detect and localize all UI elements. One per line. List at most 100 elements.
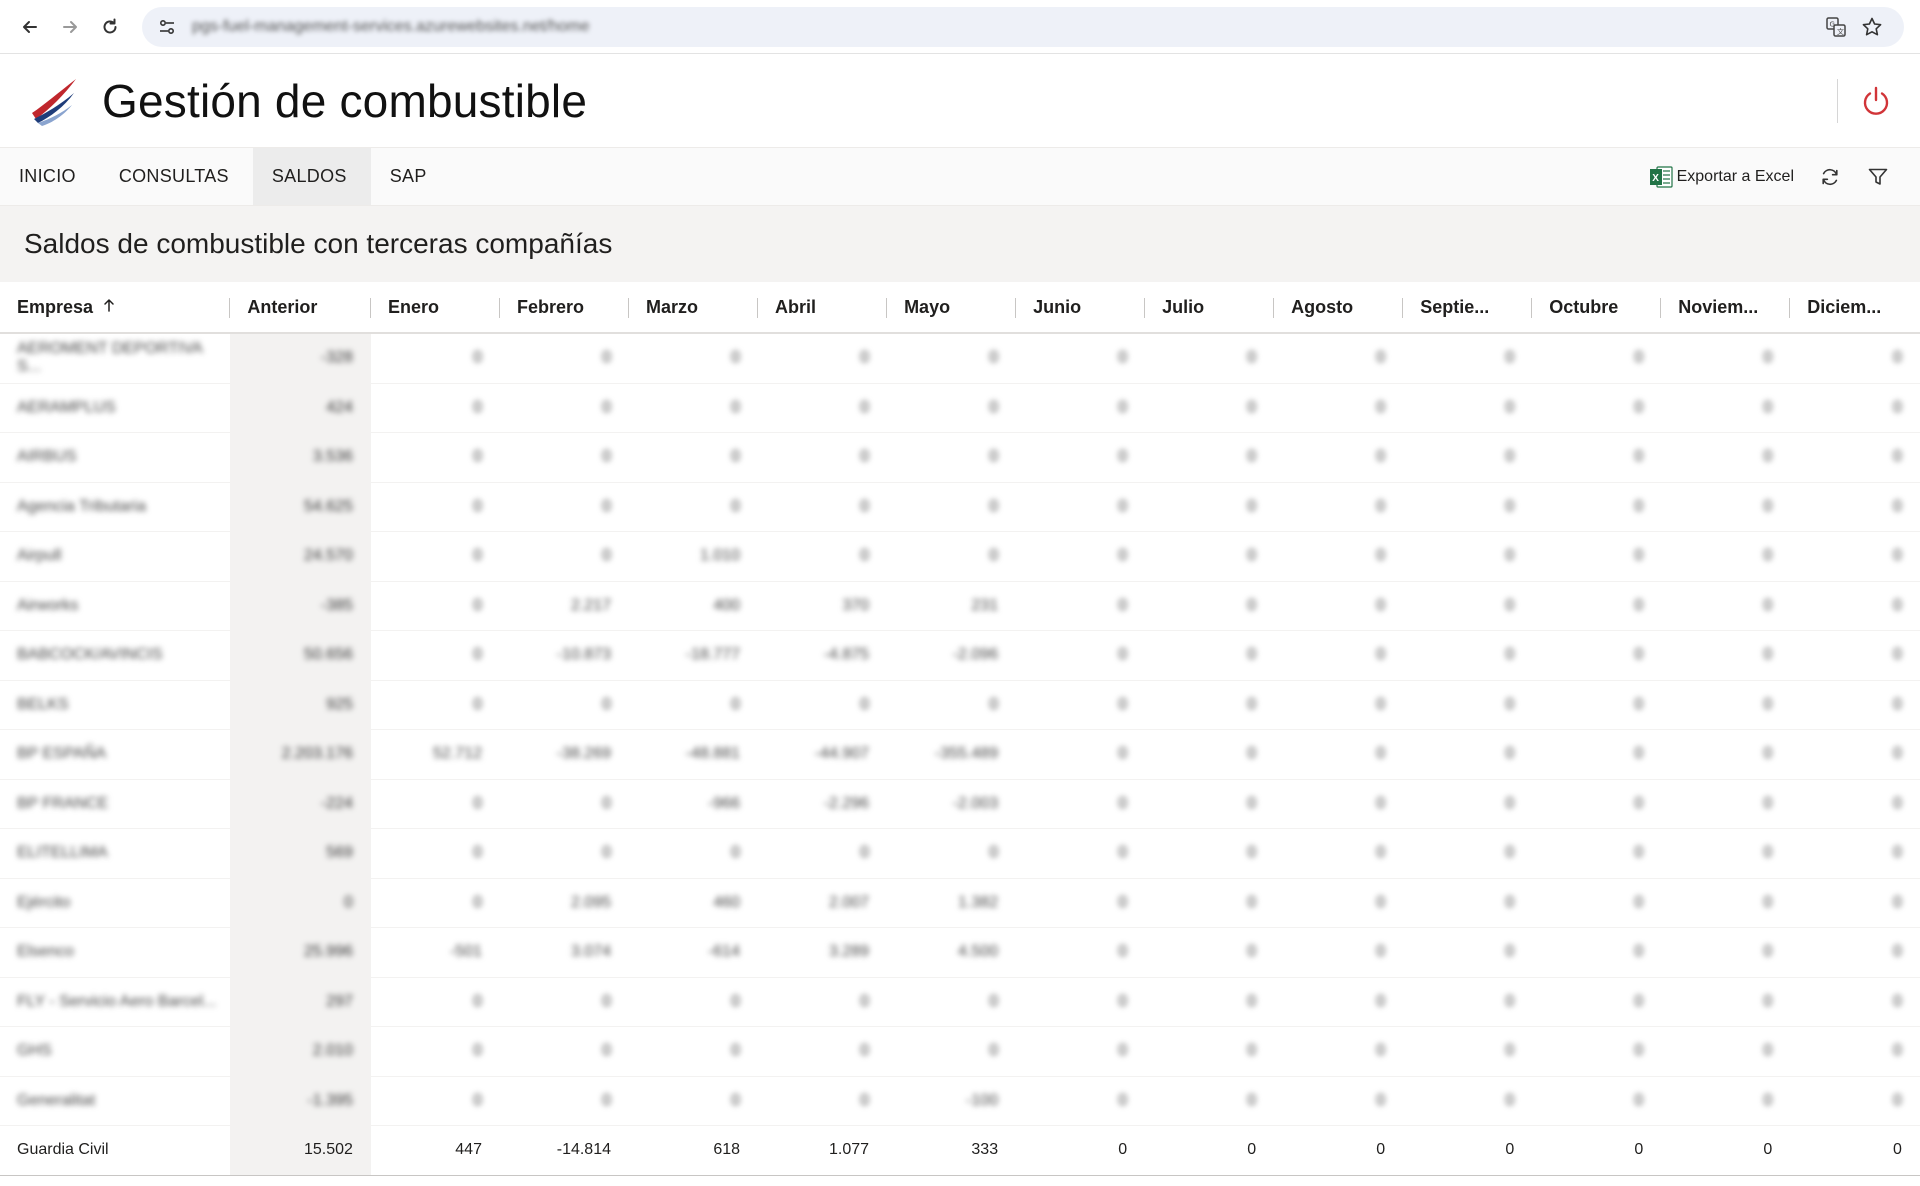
cell-value: 0 [1893,497,1902,515]
translate-icon[interactable]: G文 [1818,9,1854,45]
table-row[interactable]: Guardia Civil 15.502 447 -14.814 618 1.077 333… [0,1126,1920,1176]
balance-cell: 2.203.176 [230,730,371,779]
cell-value: 0 [1763,1091,1773,1109]
balance-cell: 0 [629,384,758,433]
balance-cell: 0 [1016,532,1145,581]
balance-cell: 0 [1403,978,1532,1027]
reload-icon[interactable] [90,7,130,47]
cell-value: 0 [1893,1042,1902,1060]
balance-cell: 424 [230,383,371,432]
balance-cell: 0 [1532,582,1661,631]
cell-value: 0 [1118,844,1128,862]
cell-value: 370 [842,596,870,614]
column-header-col-9[interactable]: Agosto [1274,282,1404,332]
column-header-col-12[interactable]: Noviem... [1661,282,1791,332]
balance-cell: -328 [230,334,371,383]
cell-value: 0 [1118,745,1128,763]
table-row[interactable]: Generalitat -1.395 0 0 0 0 -100 0 0 0 0 0 0 0 [0,1076,1920,1126]
cell-value: 0 [1247,745,1257,763]
table-row[interactable]: AERAMPLUS 424 0 0 0 0 0 0 0 0 0 0 0 0 [0,383,1920,433]
balance-cell: 0 [1661,879,1790,928]
cell-value: 0 [473,695,482,713]
cell-value: 0 [1247,992,1257,1010]
table-row[interactable]: AEROMENT DEPORTIVA S... -328 0 0 0 0 0 0 0 0 0 0 0 0 [0,334,1920,384]
table-row[interactable]: BELKS 925 0 0 0 0 0 0 0 0 0 0 0 0 [0,680,1920,730]
column-header-col-7[interactable]: Junio [1016,282,1146,332]
table-row[interactable]: BABCOCK/AVINCIS 50.656 0 -10.873 -18.777 -4.8… [0,631,1920,681]
cell-value: 2.095 [570,893,611,911]
back-icon[interactable] [10,7,50,47]
column-header-empresa[interactable]: Empresa [0,282,231,332]
company-name-cell: AIRBUS [0,433,230,482]
bookmark-star-icon[interactable] [1854,9,1890,45]
cell-value: 0 [1763,1141,1773,1159]
balance-cell: 0 [1790,1126,1920,1175]
cell-value: 0 [860,992,870,1010]
balance-cell: 0 [1790,483,1920,532]
column-header-col-5[interactable]: Abril [758,282,888,332]
nav-item-inicio[interactable]: INICIO [0,148,100,205]
cell-value: FLY - Servicio Aero Barcel... [17,992,217,1010]
nav-item-sap[interactable]: SAP [371,148,451,205]
balance-cell: 0 [1790,433,1920,482]
balance-cell: 0 [1016,334,1145,383]
column-header-col-13[interactable]: Diciem... [1790,282,1920,332]
table-row[interactable]: Elsenco 25.996 -501 3.074 -614 3.289 4.500 0 0 0 0… [0,928,1920,978]
column-header-col-1[interactable]: Anterior [230,282,371,332]
table-row[interactable]: Ejército 0 0 2.095 460 2.007 1.382 0 0 0 0 0 0 0 [0,878,1920,928]
table-row[interactable]: ELITELLIMA 569 0 0 0 0 0 0 0 0 0 0 0 0 [0,829,1920,879]
cell-value: 0 [989,349,999,367]
cell-value: 0 [1634,745,1644,763]
balance-cell: 0 [1145,582,1274,631]
balance-cell: 0 [371,483,500,532]
nav-item-consultas[interactable]: CONSULTAS [100,148,253,205]
refresh-icon[interactable] [1806,148,1854,205]
table-row[interactable]: BP FRANCE -224 0 0 -966 -2.296 -2.003 0 0 0 0 0 0 0 [0,779,1920,829]
cell-value: 0 [602,695,611,713]
table-row[interactable]: BP ESPAÑA 2.203.176 52.712 -38.269 -48.881 -4… [0,730,1920,780]
cell-value: 0 [1763,497,1773,515]
company-name-cell: Airpull [0,532,230,581]
cell-value: -18.777 [685,646,741,664]
balance-cell: 0 [1274,829,1403,878]
cell-value: 0 [1893,596,1902,614]
cell-value: 0 [1118,893,1128,911]
app-title: Gestión de combustible [102,74,588,127]
table-row[interactable]: Airpull 24.570 0 0 1.010 0 0 0 0 0 0 0 0 0 [0,532,1920,582]
logout-power-icon[interactable] [1856,81,1896,121]
cell-value: 0 [1763,547,1773,565]
cell-value: 0 [1893,844,1902,862]
balance-cell: 0 [1532,978,1661,1027]
balances-table: Empresa Anterior Enero Febrero Marzo Abril May… [0,282,1920,1176]
address-bar[interactable]: pgs-fuel-management-services.azurewebsit… [142,6,1904,47]
cell-value: -4.875 [823,646,870,664]
column-header-col-8[interactable]: Julio [1145,282,1275,332]
column-header-label: Abril [775,296,817,317]
table-row[interactable]: Agencia Tributaria 54.625 0 0 0 0 0 0 0 0 0 0 0 0 [0,482,1920,532]
export-excel-button[interactable]: X Exportar a Excel [1637,148,1806,205]
filter-icon[interactable] [1854,148,1902,205]
column-header-col-11[interactable]: Octubre [1532,282,1662,332]
table-row[interactable]: GHS 2.010 0 0 0 0 0 0 0 0 0 0 0 0 [0,1027,1920,1077]
cell-value: BELKS [17,695,69,713]
column-header-col-4[interactable]: Marzo [629,282,759,332]
cell-value: 0 [1505,448,1515,466]
cell-value: 424 [326,398,353,416]
column-header-col-2[interactable]: Enero [371,282,500,332]
column-header-col-6[interactable]: Mayo [887,282,1017,332]
cell-value: 0 [1247,349,1257,367]
table-row[interactable]: FLY - Servicio Aero Barcel... 297 0 0 0 0 0 0 0 0… [0,977,1920,1027]
cell-value: 3.074 [570,943,611,961]
nav-item-saldos[interactable]: SALDOS [252,148,371,205]
balance-cell: 0 [1145,631,1274,680]
balance-cell: 0 [1145,1027,1274,1076]
forward-icon[interactable] [50,7,90,47]
column-header-col-3[interactable]: Febrero [500,282,629,332]
column-header-col-10[interactable]: Septie... [1403,282,1533,332]
balance-cell: 0 [1016,879,1145,928]
table-row[interactable]: Airworks -385 0 2.217 400 370 231 0 0 0 0 0 0 0 [0,581,1920,631]
cell-value: 0 [860,398,870,416]
table-row[interactable]: AIRBUS 3.536 0 0 0 0 0 0 0 0 0 0 0 0 [0,433,1920,483]
site-settings-icon[interactable] [156,16,178,38]
balance-cell: 0 [371,829,500,878]
